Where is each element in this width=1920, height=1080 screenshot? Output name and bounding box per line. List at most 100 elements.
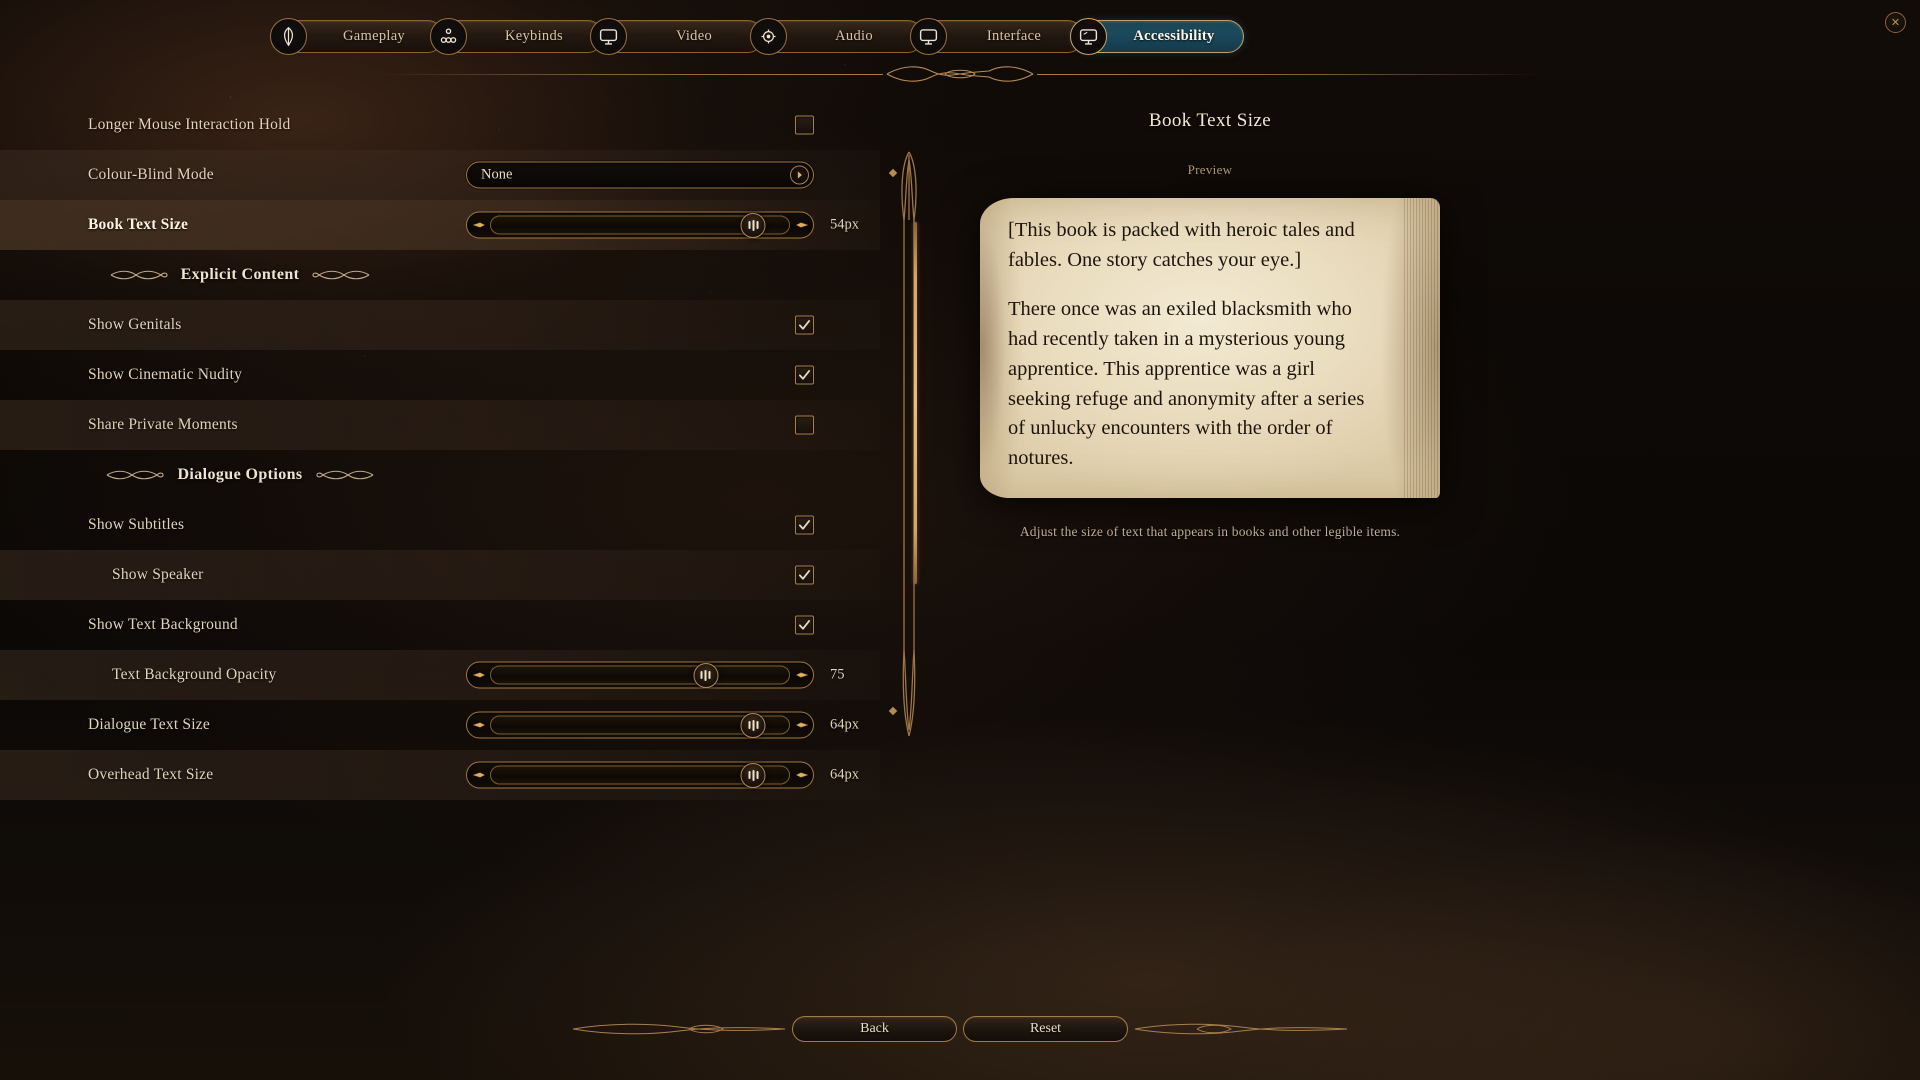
scrollbar-ornament-icon [901, 151, 917, 737]
setting-row[interactable]: Show Cinematic Nudity [0, 350, 880, 400]
book-text: [This book is packed with heroic tales a… [1008, 216, 1368, 474]
footer-bar: Back Reset [0, 1016, 1920, 1042]
checkmark-icon [798, 620, 811, 630]
setting-row[interactable]: Overhead Text Size 64px [0, 750, 880, 800]
reset-button-label: Reset [1029, 1021, 1062, 1036]
scrollbar-thumb[interactable] [914, 222, 917, 584]
close-button[interactable]: ✕ [1885, 12, 1906, 33]
tab-keybinds[interactable]: Keybinds [430, 18, 604, 55]
monitor-icon [590, 18, 627, 55]
setting-checkbox[interactable] [795, 515, 814, 535]
tab-accessibility[interactable]: Accessibility [1070, 18, 1244, 55]
speaker-icon [750, 18, 787, 55]
slider-track[interactable] [490, 662, 790, 688]
slider-decrease-button[interactable] [467, 213, 489, 238]
setting-row[interactable]: Book Text Size 54px [0, 200, 880, 250]
setting-slider[interactable] [466, 761, 814, 789]
tab-label: Audio [835, 28, 873, 44]
setting-row[interactable]: Dialogue Text Size 64px [0, 700, 880, 750]
tab-audio[interactable]: Audio [750, 18, 924, 55]
setting-label: Text Background Opacity [112, 666, 277, 683]
checkbox-control[interactable] [795, 115, 814, 135]
slider-decrease-button[interactable] [467, 663, 489, 688]
checkbox-control[interactable] [795, 365, 814, 385]
slider-increase-button[interactable] [791, 213, 813, 238]
checkbox-control[interactable] [795, 615, 814, 635]
preview-description: Adjust the size of text that appears in … [1019, 524, 1401, 539]
tab-label: Interface [986, 28, 1042, 44]
tab-video[interactable]: Video [590, 18, 764, 55]
slider-track[interactable] [490, 762, 790, 788]
tab-gameplay[interactable]: Gameplay [270, 18, 444, 55]
setting-slider[interactable] [466, 211, 814, 239]
tab-interface[interactable]: Interface [910, 18, 1084, 55]
chevron-right-icon[interactable] [790, 165, 809, 185]
slider-control[interactable]: 64px [466, 761, 859, 789]
checkbox-control[interactable] [795, 415, 814, 435]
setting-checkbox[interactable] [795, 115, 814, 135]
setting-row[interactable]: Show Genitals [0, 300, 880, 350]
slider-arrow-right-icon [795, 722, 809, 728]
slider-control[interactable]: 75 [466, 661, 845, 689]
header-divider-flourish [380, 62, 1540, 86]
slider-decrease-button[interactable] [467, 713, 489, 738]
setting-slider[interactable] [466, 661, 814, 689]
footer-flourish-left-icon [572, 1023, 786, 1035]
preview-panel: Book Text Size Preview [This book is pac… [950, 110, 1470, 540]
scrollbar[interactable] [888, 130, 930, 760]
setting-checkbox[interactable] [795, 315, 814, 335]
slider-value: 75 [830, 666, 845, 683]
settings-screen: Gameplay Keybinds Video Audio Interface Acces… [0, 0, 1920, 1080]
section-header-label: Dialogue Options [177, 466, 303, 483]
slider-value: 54px [830, 216, 859, 233]
setting-row[interactable]: Share Private Moments [0, 400, 880, 450]
speaker-icon [761, 29, 776, 44]
monitor-accessibility-icon [1079, 29, 1098, 45]
slider-handle[interactable] [693, 662, 719, 688]
slider-handle[interactable] [740, 762, 766, 788]
slider-arrow-left-icon [471, 672, 485, 678]
setting-label: Show Text Background [88, 616, 238, 633]
footer-flourish-right-icon [1134, 1023, 1348, 1035]
setting-row[interactable]: Text Background Opacity 75 [0, 650, 880, 700]
slider-increase-button[interactable] [791, 713, 813, 738]
reset-button[interactable]: Reset [963, 1016, 1128, 1042]
setting-row[interactable]: Show Subtitles [0, 500, 880, 550]
slider-control[interactable]: 64px [466, 711, 859, 739]
preview-title: Book Text Size [1148, 110, 1272, 131]
compass-icon [270, 18, 307, 55]
setting-row[interactable]: Colour-Blind Mode None [0, 150, 880, 200]
tab-label: Video [675, 28, 713, 44]
book-paragraph: [This book is packed with heroic tales a… [1008, 219, 1355, 271]
monitor-icon [919, 29, 938, 45]
settings-list: Longer Mouse Interaction Hold Colour-Blin… [0, 100, 880, 800]
slider-handle[interactable] [740, 712, 766, 738]
setting-label: Show Genitals [88, 316, 182, 333]
checkbox-control[interactable] [795, 515, 814, 535]
slider-arrow-right-icon [795, 772, 809, 778]
setting-row[interactable]: Longer Mouse Interaction Hold [0, 100, 880, 150]
checkbox-control[interactable] [795, 315, 814, 335]
setting-row[interactable]: Show Speaker [0, 550, 880, 600]
slider-track[interactable] [490, 212, 790, 238]
section-header: Dialogue Options [0, 450, 880, 500]
setting-slider[interactable] [466, 711, 814, 739]
dropdown-control[interactable]: None [466, 161, 814, 189]
slider-handle[interactable] [740, 212, 766, 238]
back-button[interactable]: Back [792, 1016, 957, 1042]
setting-dropdown[interactable]: None [466, 161, 814, 189]
slider-increase-button[interactable] [791, 763, 813, 788]
slider-increase-button[interactable] [791, 663, 813, 688]
slider-decrease-button[interactable] [467, 763, 489, 788]
setting-row[interactable]: Show Text Background [0, 600, 880, 650]
slider-control[interactable]: 54px [466, 211, 859, 239]
setting-checkbox[interactable] [795, 615, 814, 635]
preview-subtitle: Preview [1187, 162, 1233, 177]
book-paragraph: There once was an exiled blacksmith who … [1008, 298, 1365, 470]
slider-track[interactable] [490, 712, 790, 738]
setting-label: Overhead Text Size [88, 766, 214, 783]
setting-checkbox[interactable] [795, 415, 814, 435]
setting-checkbox[interactable] [795, 565, 814, 585]
setting-checkbox[interactable] [795, 365, 814, 385]
checkbox-control[interactable] [795, 565, 814, 585]
